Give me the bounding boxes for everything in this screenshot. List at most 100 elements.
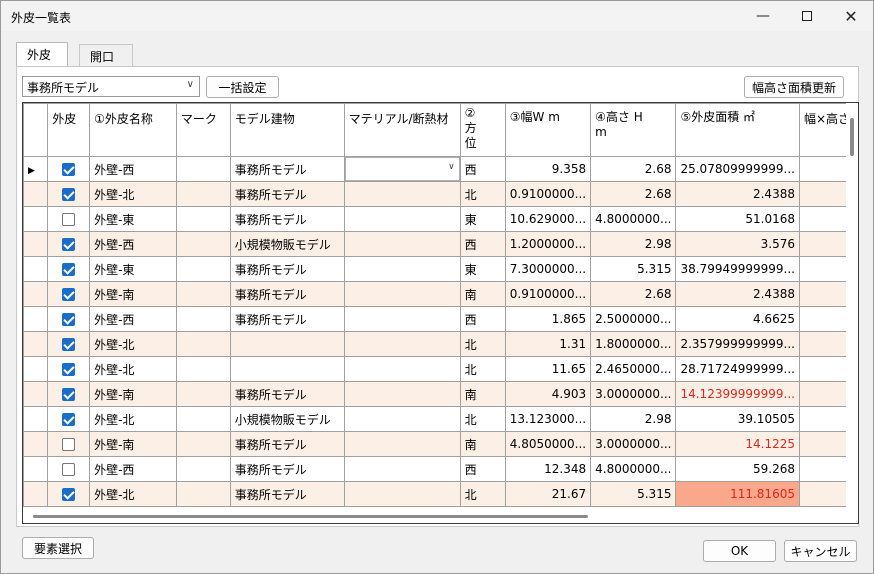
mark-cell[interactable] <box>175 481 231 507</box>
include-checkbox[interactable] <box>62 213 76 226</box>
model-cell[interactable]: 事務所モデル <box>229 206 345 232</box>
row-header[interactable] <box>23 481 49 507</box>
include-cell[interactable] <box>47 206 91 232</box>
vertical-scroll-thumb[interactable] <box>850 118 854 156</box>
row-header[interactable] <box>23 331 49 357</box>
area-cell[interactable]: 14.1225 <box>675 431 800 457</box>
model-cell[interactable]: 事務所モデル <box>229 481 345 507</box>
area-cell[interactable]: 25.07809999999... <box>675 156 800 182</box>
area-cell[interactable]: 14.12399999999... <box>675 381 800 407</box>
model-cell[interactable]: 事務所モデル <box>229 281 345 307</box>
height-cell[interactable]: 5.315 <box>590 256 677 282</box>
direction-cell[interactable]: 北 <box>459 356 506 382</box>
include-cell[interactable] <box>47 481 91 507</box>
name-cell[interactable]: 外壁-西 <box>89 306 177 332</box>
material-cell[interactable] <box>343 356 461 382</box>
row-header[interactable] <box>23 306 49 332</box>
material-cell[interactable] <box>343 181 461 207</box>
name-cell[interactable]: 外壁-北 <box>89 181 177 207</box>
material-cell[interactable] <box>343 481 461 507</box>
material-cell[interactable] <box>343 206 461 232</box>
table-row[interactable]: 外壁-北 事務所モデル 北 21.67 5.315 111.81605 <box>23 481 858 507</box>
direction-cell[interactable]: 北 <box>459 406 506 432</box>
height-cell[interactable]: 3.0000000... <box>590 381 677 407</box>
height-cell[interactable]: 2.68 <box>590 156 677 182</box>
col-header-name[interactable]: ①外皮名称 <box>89 103 177 157</box>
row-header[interactable] <box>23 406 49 432</box>
col-header-mark[interactable]: マーク <box>175 103 231 157</box>
col-header-direction[interactable]: ②方位 <box>459 103 506 157</box>
area-cell[interactable]: 51.0168 <box>675 206 800 232</box>
direction-cell[interactable]: 南 <box>459 431 506 457</box>
material-cell[interactable]: ∨ <box>343 156 461 182</box>
include-cell[interactable] <box>47 181 91 207</box>
name-cell[interactable]: 外壁-南 <box>89 431 177 457</box>
include-cell[interactable] <box>47 431 91 457</box>
width-cell[interactable]: 7.3000000... <box>504 256 592 282</box>
col-header-model[interactable]: モデル建物 <box>229 103 345 157</box>
table-row[interactable]: 外壁-北 北 11.65 2.4650000... 28.71724999999... <box>23 356 858 382</box>
material-cell[interactable] <box>343 306 461 332</box>
area-cell[interactable]: 2.357999999999... <box>675 331 800 357</box>
direction-cell[interactable]: 北 <box>459 181 506 207</box>
row-header[interactable]: ▶ <box>23 156 49 182</box>
model-cell[interactable]: 事務所モデル <box>229 181 345 207</box>
mark-cell[interactable] <box>175 331 231 357</box>
include-checkbox[interactable] <box>62 188 76 201</box>
name-cell[interactable]: 外壁-西 <box>89 231 177 257</box>
table-row[interactable]: 外壁-東 事務所モデル 東 10.629000... 4.8000000... 51.01… <box>23 206 858 232</box>
horizontal-scroll-thumb[interactable] <box>33 515 588 518</box>
mark-cell[interactable] <box>175 256 231 282</box>
area-cell[interactable]: 2.4388 <box>675 281 800 307</box>
mark-cell[interactable] <box>175 456 231 482</box>
model-cell[interactable] <box>229 331 345 357</box>
include-cell[interactable] <box>47 356 91 382</box>
height-cell[interactable]: 2.68 <box>590 281 677 307</box>
table-row[interactable]: 外壁-東 事務所モデル 東 7.3000000... 5.315 38.799499999… <box>23 256 858 282</box>
row-header[interactable] <box>23 381 49 407</box>
direction-cell[interactable]: 西 <box>459 231 506 257</box>
width-cell[interactable]: 4.8050000... <box>504 431 592 457</box>
close-button[interactable]: ✕ <box>829 1 873 31</box>
ok-button[interactable]: OK <box>703 540 776 562</box>
mark-cell[interactable] <box>175 306 231 332</box>
model-cell[interactable]: 事務所モデル <box>229 156 345 182</box>
include-checkbox[interactable] <box>62 388 76 401</box>
area-cell[interactable]: 28.71724999999... <box>675 356 800 382</box>
width-cell[interactable]: 1.2000000... <box>504 231 592 257</box>
select-elements-button[interactable]: 要素選択 <box>22 537 94 559</box>
name-cell[interactable]: 外壁-北 <box>89 481 177 507</box>
row-header[interactable] <box>23 456 49 482</box>
material-cell[interactable] <box>343 231 461 257</box>
direction-cell[interactable]: 西 <box>459 156 506 182</box>
table-row[interactable]: 外壁-南 事務所モデル 南 0.9100000... 2.68 2.4388 <box>23 281 858 307</box>
name-cell[interactable]: 外壁-西 <box>89 456 177 482</box>
width-cell[interactable]: 4.903 <box>504 381 592 407</box>
height-cell[interactable]: 4.8000000... <box>590 456 677 482</box>
include-checkbox[interactable] <box>62 263 76 276</box>
direction-cell[interactable]: 南 <box>459 381 506 407</box>
mark-cell[interactable] <box>175 206 231 232</box>
table-row[interactable]: 外壁-北 小規模物販モデル 北 13.123000... 2.98 39.10505 <box>23 406 858 432</box>
area-cell[interactable]: 38.79949999999... <box>675 256 800 282</box>
include-cell[interactable] <box>47 281 91 307</box>
table-row[interactable]: 外壁-北 事務所モデル 北 0.9100000... 2.68 2.4388 <box>23 181 858 207</box>
horizontal-scrollbar[interactable] <box>23 511 858 523</box>
table-row[interactable]: 外壁-南 事務所モデル 南 4.8050000... 3.0000000... 14.12… <box>23 431 858 457</box>
include-cell[interactable] <box>47 156 91 182</box>
area-cell[interactable]: 2.4388 <box>675 181 800 207</box>
width-cell[interactable]: 0.9100000... <box>504 181 592 207</box>
direction-cell[interactable]: 北 <box>459 481 506 507</box>
area-cell[interactable]: 111.81605 <box>675 481 800 507</box>
width-cell[interactable]: 21.67 <box>504 481 592 507</box>
direction-cell[interactable]: 西 <box>459 456 506 482</box>
name-cell[interactable]: 外壁-南 <box>89 381 177 407</box>
name-cell[interactable]: 外壁-南 <box>89 281 177 307</box>
material-cell[interactable] <box>343 281 461 307</box>
col-header-height[interactable]: ④高さ H m <box>590 103 677 157</box>
model-cell[interactable]: 事務所モデル <box>229 381 345 407</box>
height-cell[interactable]: 3.0000000... <box>590 431 677 457</box>
mark-cell[interactable] <box>175 156 231 182</box>
direction-cell[interactable]: 北 <box>459 331 506 357</box>
model-cell[interactable]: 事務所モデル <box>229 256 345 282</box>
